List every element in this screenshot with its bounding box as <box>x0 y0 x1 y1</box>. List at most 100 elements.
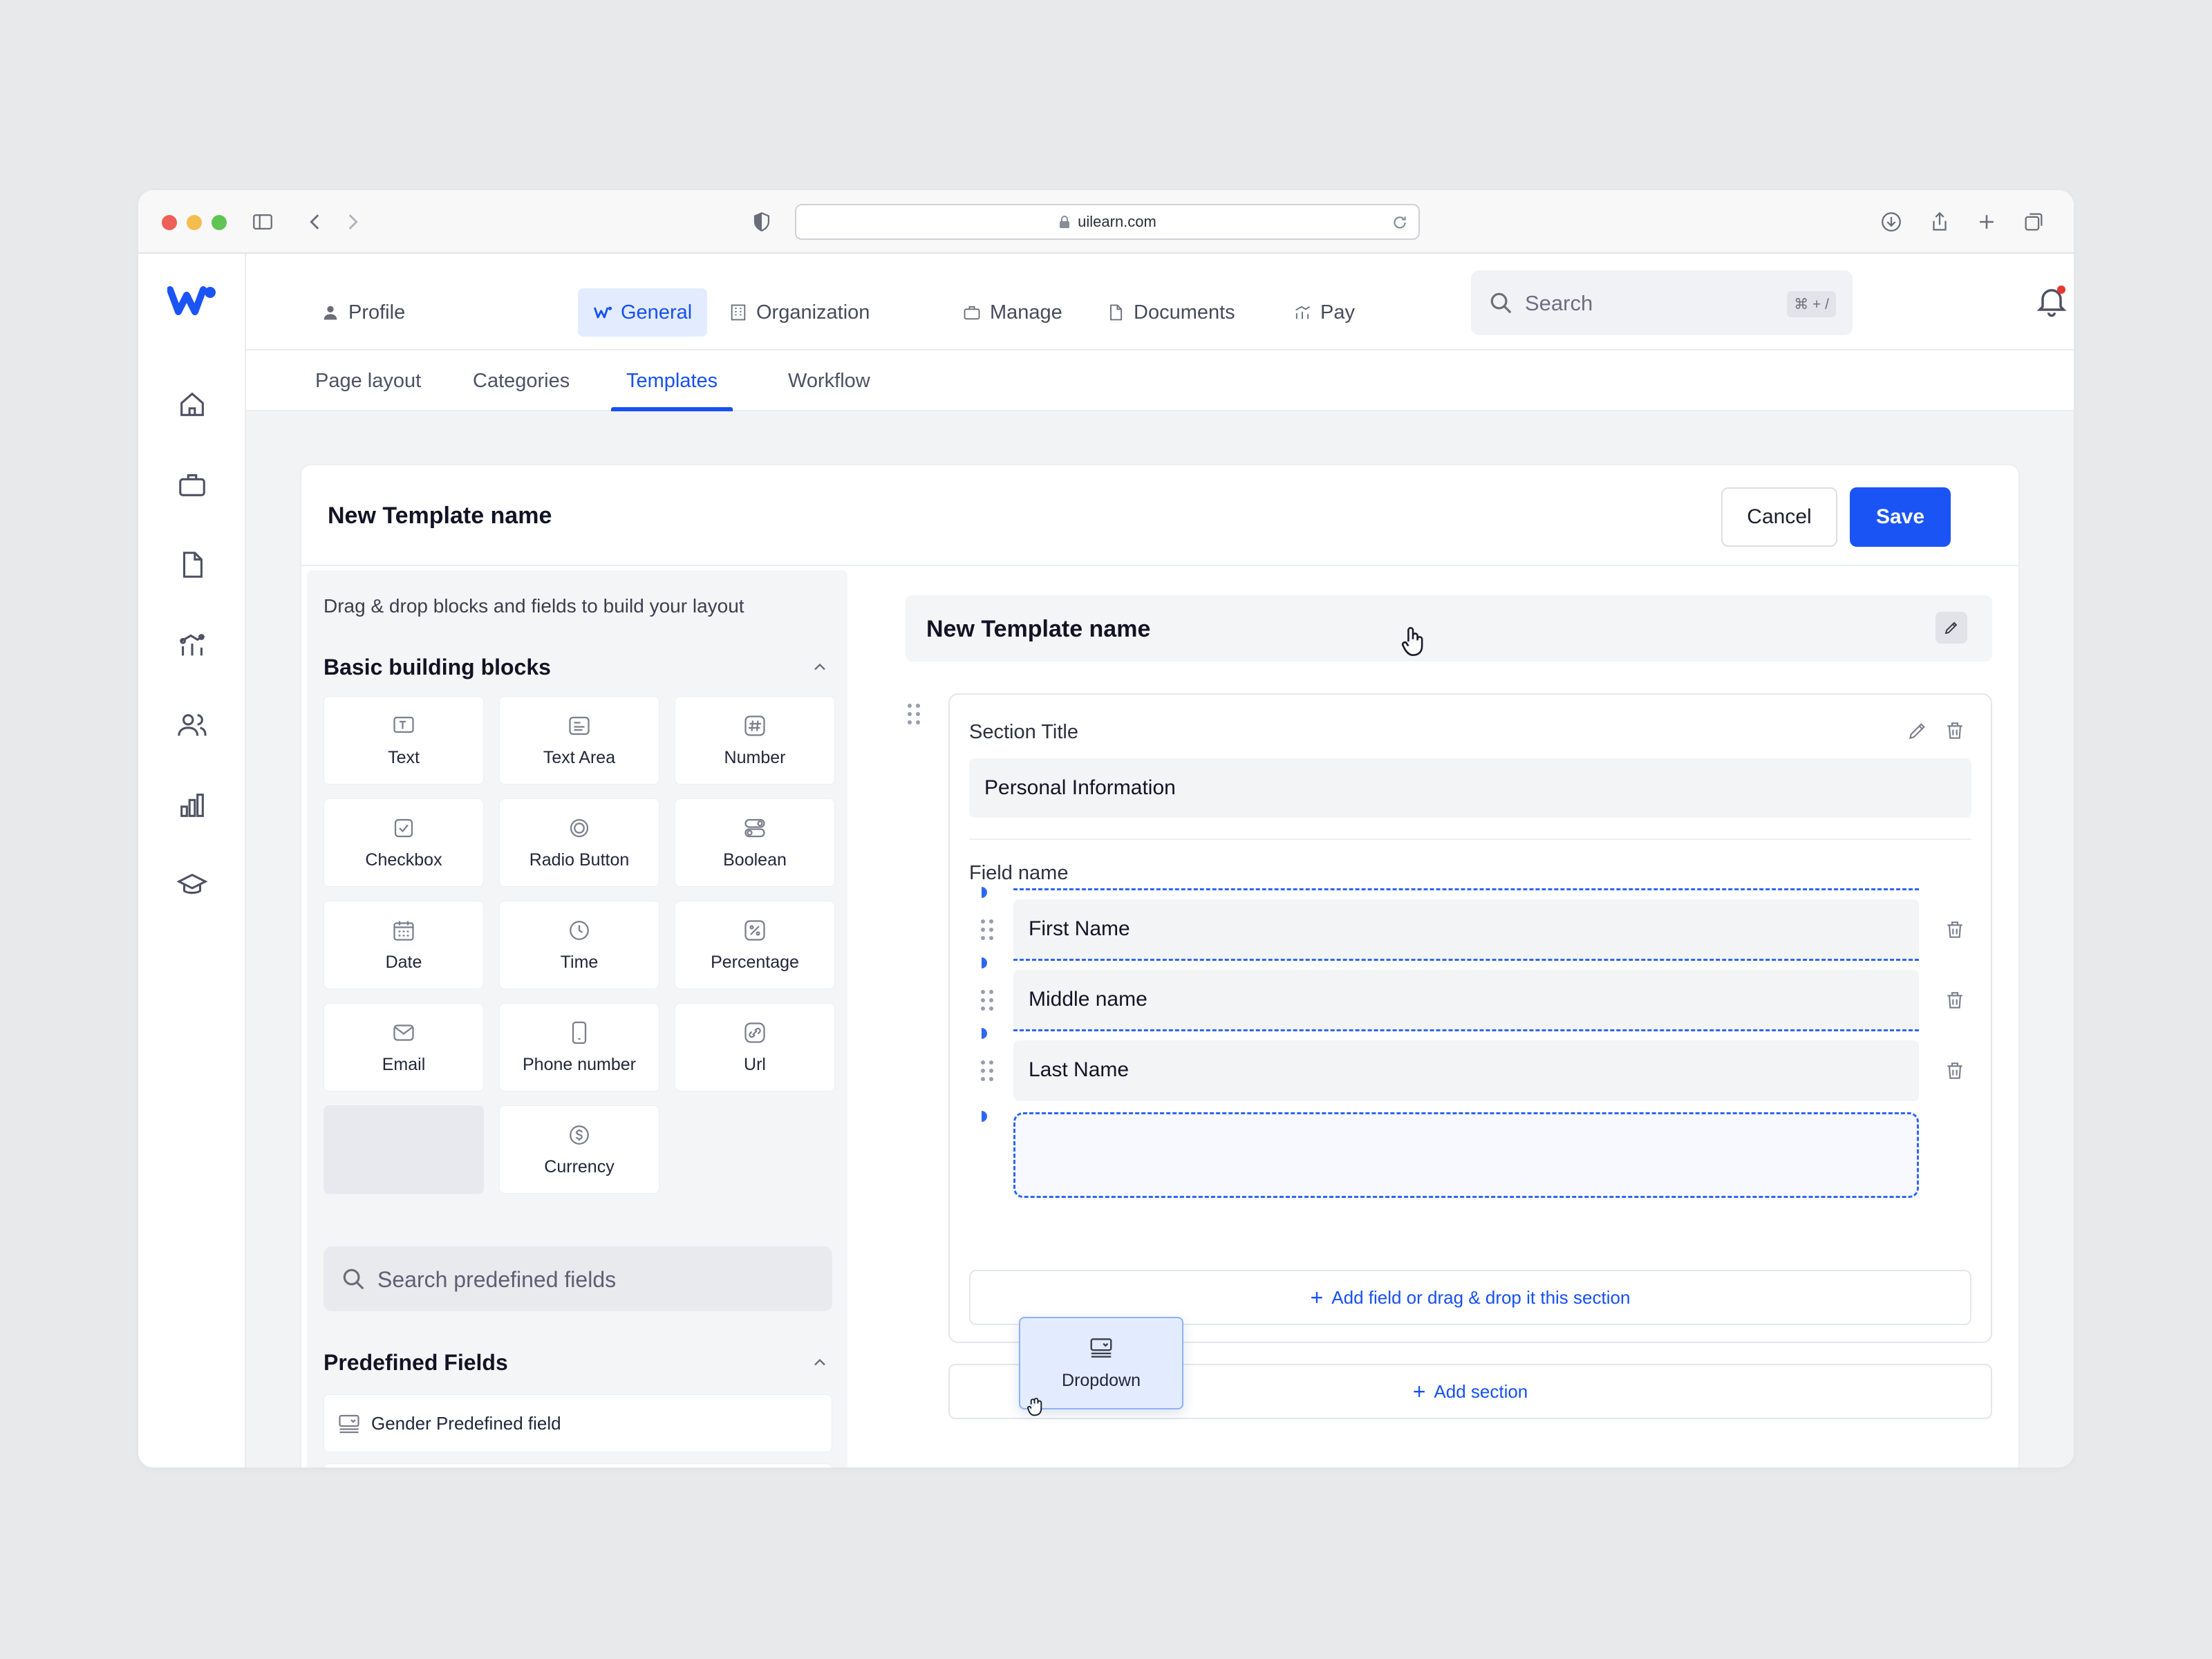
top-navigation: Profile General Organization Manage Docu… <box>246 254 2074 350</box>
address-bar[interactable]: uilearn.com <box>795 204 1420 240</box>
block-label: Text <box>388 748 420 767</box>
radio-icon <box>570 818 589 838</box>
user-icon <box>324 306 337 320</box>
dropdown-icon <box>1090 1338 1112 1358</box>
block-percentage[interactable]: Percentage <box>675 901 835 989</box>
text-icon <box>393 716 414 733</box>
maximize-window-button[interactable] <box>212 215 227 230</box>
trash-icon[interactable] <box>1944 1060 1966 1082</box>
search-icon <box>343 1268 364 1290</box>
notifications-button[interactable] <box>2034 283 2070 319</box>
block-label: Url <box>744 1055 766 1074</box>
panel-hint: Drag & drop blocks and fields to build y… <box>324 595 744 617</box>
sidebar-toggle-icon[interactable] <box>249 208 276 236</box>
tab-page-layout[interactable]: Page layout <box>300 350 436 411</box>
global-search-input[interactable]: Search ⌘ + / <box>1471 270 1853 335</box>
field-first-name[interactable]: First Name <box>1013 899 1919 960</box>
block-currency[interactable]: Currency <box>499 1105 659 1194</box>
block-time[interactable]: Time <box>499 901 659 989</box>
nav-label: Documents <box>1134 301 1235 324</box>
download-icon[interactable] <box>1877 208 1905 236</box>
forward-icon[interactable] <box>339 208 366 236</box>
drop-zone[interactable] <box>1013 1112 1919 1198</box>
nav-organization[interactable]: Organization <box>713 288 885 337</box>
graduation-cap-icon[interactable] <box>174 868 210 903</box>
text-area-icon <box>569 716 590 735</box>
nav-documents[interactable]: Documents <box>1091 288 1250 337</box>
users-icon[interactable] <box>174 707 210 743</box>
block-number[interactable]: Number <box>675 696 835 785</box>
share-icon[interactable] <box>1926 208 1953 236</box>
new-tab-icon[interactable] <box>1973 208 2000 236</box>
drag-handle-icon[interactable] <box>979 919 995 941</box>
drag-handle-icon[interactable] <box>979 1060 995 1082</box>
toggle-icon <box>744 818 765 838</box>
block-label: Percentage <box>711 953 799 972</box>
document-icon[interactable] <box>174 547 210 583</box>
drop-line <box>1013 888 1919 890</box>
briefcase-icon[interactable] <box>174 467 210 503</box>
nav-label: Profile <box>348 301 406 324</box>
tab-categories[interactable]: Categories <box>458 350 585 411</box>
back-icon[interactable] <box>301 208 329 236</box>
tab-templates[interactable]: Templates <box>611 350 733 411</box>
template-name: New Template name <box>926 616 1151 642</box>
predefined-search-input[interactable]: Search predefined fields <box>324 1246 832 1311</box>
nav-general[interactable]: General <box>578 288 708 337</box>
reload-icon[interactable] <box>1391 214 1409 232</box>
mail-icon <box>393 1024 414 1041</box>
chevron-up-icon[interactable] <box>810 1353 830 1372</box>
clock-icon <box>570 921 589 940</box>
minimize-window-button[interactable] <box>187 215 202 230</box>
block-date[interactable]: Date <box>324 901 484 989</box>
drag-handle-icon[interactable] <box>906 703 922 725</box>
nav-label: General <box>621 301 693 324</box>
block-email[interactable]: Email <box>324 1003 484 1091</box>
block-phone-number[interactable]: Phone number <box>499 1003 659 1091</box>
block-text-area[interactable]: Text Area <box>499 696 659 785</box>
analytics-icon[interactable] <box>174 627 210 663</box>
drop-indicator <box>982 1028 987 1039</box>
chevron-up-icon[interactable] <box>810 657 830 677</box>
field-last-name[interactable]: Last Name <box>1013 1040 1919 1101</box>
edit-template-name-button[interactable] <box>1936 612 1967 644</box>
cancel-button[interactable]: Cancel <box>1721 487 1837 547</box>
add-section-label: Add section <box>1434 1380 1528 1402</box>
url-text: uilearn.com <box>1078 213 1156 230</box>
block-text[interactable]: Text <box>324 696 484 785</box>
sub-tabs: Page layout Categories Templates Workflo… <box>246 350 2074 411</box>
block-boolean[interactable]: Boolean <box>675 798 835 887</box>
nav-profile[interactable]: Profile <box>306 288 420 337</box>
nav-pay[interactable]: Pay <box>1277 288 1370 337</box>
section-title-input[interactable]: Personal Information <box>969 758 1971 818</box>
predefined-field-item[interactable]: Gender Predefined field <box>324 1394 832 1452</box>
home-icon[interactable] <box>174 386 210 422</box>
bar-chart-icon[interactable] <box>174 787 210 823</box>
trash-icon[interactable] <box>1944 989 1966 1011</box>
app-logo-icon[interactable] <box>167 283 217 316</box>
block-checkbox[interactable]: Checkbox <box>324 798 484 887</box>
block-radio-button[interactable]: Radio Button <box>499 798 659 887</box>
logo-w-icon <box>594 306 612 319</box>
predefined-field-item[interactable] <box>324 1463 832 1468</box>
pencil-icon[interactable] <box>1906 720 1929 742</box>
block-label: Radio Button <box>529 850 630 870</box>
save-button[interactable]: Save <box>1850 487 1951 547</box>
field-middle-name[interactable]: Middle name <box>1013 970 1919 1031</box>
tab-workflow[interactable]: Workflow <box>773 350 885 411</box>
nav-label: Pay <box>1320 301 1355 324</box>
drop-indicator <box>982 1111 987 1122</box>
nav-manage[interactable]: Manage <box>947 288 1078 337</box>
drag-handle-icon[interactable] <box>979 989 995 1011</box>
block-url[interactable]: Url <box>675 1003 835 1091</box>
close-window-button[interactable] <box>162 215 177 230</box>
shield-icon[interactable] <box>748 208 776 236</box>
search-placeholder: Search <box>1525 291 1593 315</box>
block-placeholder-empty <box>324 1105 484 1194</box>
trash-icon[interactable] <box>1944 919 1966 941</box>
nav-label: Organization <box>756 301 870 324</box>
dragging-block-label: Dropdown <box>1062 1371 1141 1390</box>
trash-icon[interactable] <box>1944 720 1966 742</box>
search-icon <box>1490 292 1512 314</box>
tabs-overview-icon[interactable] <box>2020 208 2047 236</box>
